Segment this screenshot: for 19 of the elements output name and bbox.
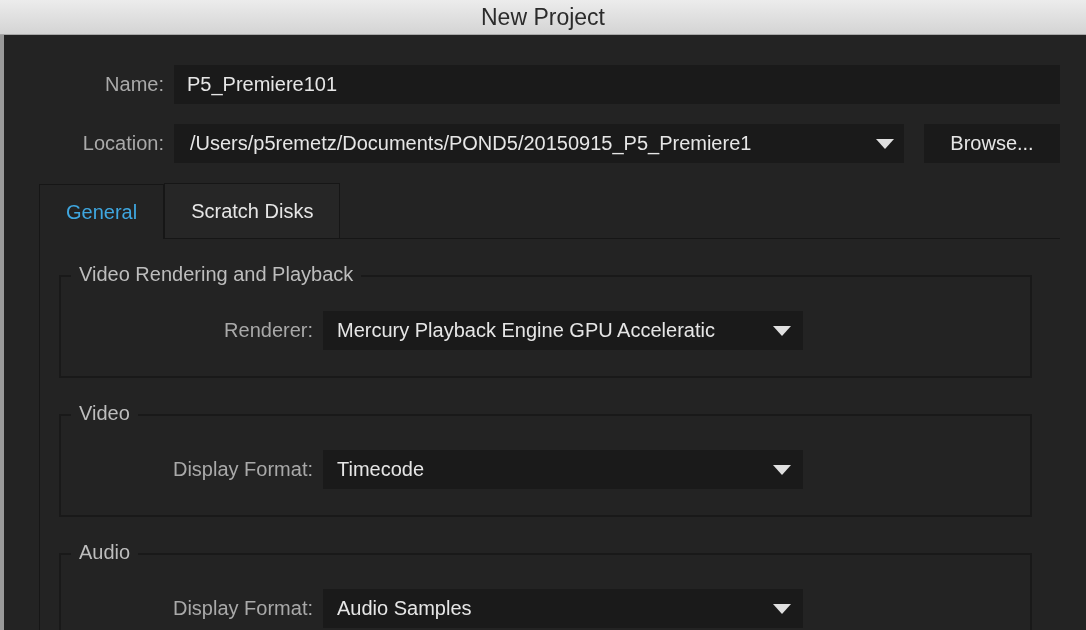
dropdown-caret-icon [773,464,791,475]
dropdown-caret-icon [773,325,791,336]
group-title: Video Rendering and Playback [71,263,362,286]
location-label: Location: [81,132,164,155]
window-title: New Project [481,3,605,31]
field-label: Renderer: [223,319,313,342]
tab[interactable]: General [39,184,165,239]
location-dropdown[interactable]: /Users/p5remetz/Documents/POND5/20150915_P5_Premiere1 [174,124,904,163]
dropdown[interactable]: Timecode [323,450,803,489]
dropdown-caret-icon [773,603,791,614]
browse-button[interactable]: Browse... [924,124,1060,163]
field-label: Display Format: [171,458,313,481]
tab[interactable]: Scratch Disks [164,183,341,238]
field-label: Display Format: [171,597,313,620]
dropdown[interactable]: Audio Samples [323,589,803,628]
dropdown[interactable]: Mercury Playback Engine GPU Acceleratic [323,311,803,350]
name-field[interactable]: P5_Premiere101 [174,65,1060,104]
name-label: Name: [104,73,164,96]
dropdown-caret-icon [876,138,894,149]
